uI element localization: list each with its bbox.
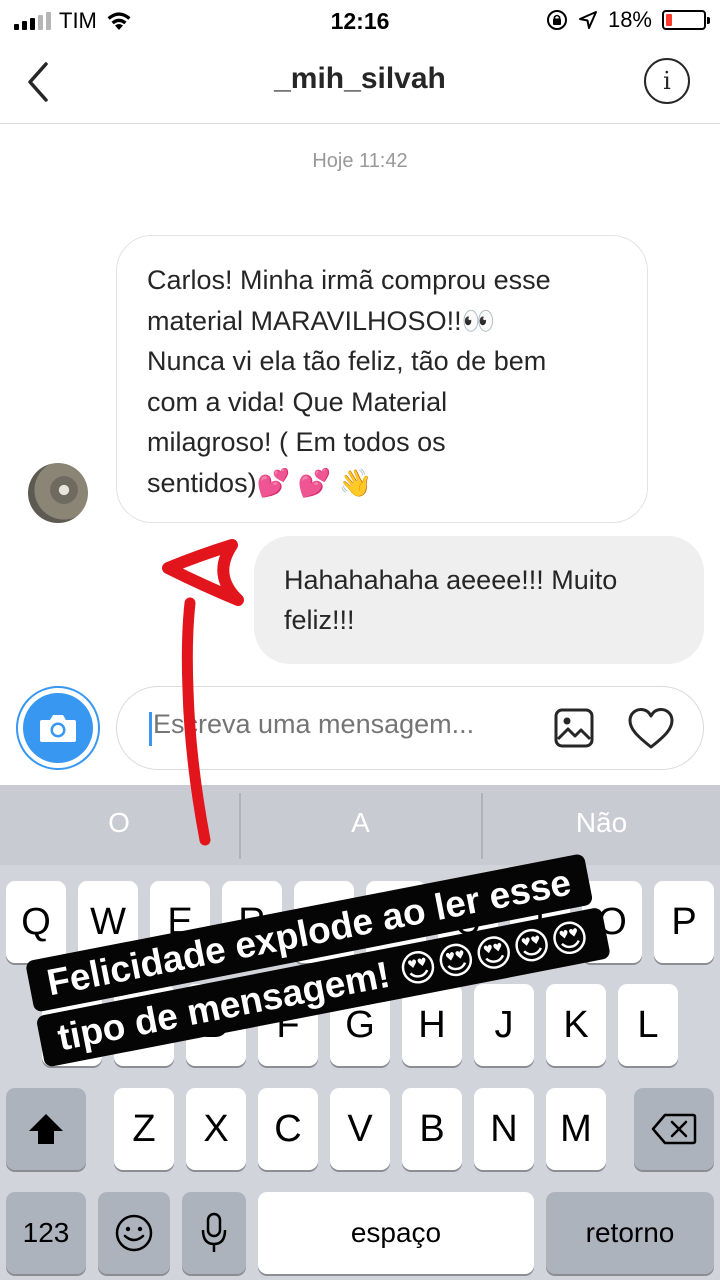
location-icon [578,11,597,29]
gallery-icon[interactable] [553,707,595,749]
backspace-icon [651,1113,697,1145]
outgoing-message[interactable]: Hahahahaha aeeee!!! Muito feliz!!! [254,536,704,664]
numbers-key[interactable]: 123 [6,1192,86,1274]
key-x[interactable]: X [186,1088,246,1170]
shift-key[interactable] [6,1088,86,1170]
key-n[interactable]: N [474,1088,534,1170]
space-key[interactable]: espaço [258,1192,534,1274]
chat-header: _mih_silvah i [0,40,720,124]
date-label: Hoje 11:42 [312,150,408,172]
key-c[interactable]: C [258,1088,318,1170]
key-b[interactable]: B [402,1088,462,1170]
info-icon: i [663,67,671,95]
key-k[interactable]: K [546,984,606,1066]
battery-icon [662,10,710,30]
info-button[interactable]: i [644,58,690,104]
key-m[interactable]: M [546,1088,606,1170]
suggestion-1[interactable]: O [0,785,238,865]
message-input[interactable] [153,709,533,740]
avatar[interactable] [28,463,88,523]
message-composer[interactable] [116,686,704,770]
text-caret [149,712,152,746]
orientation-lock-icon [546,10,567,30]
camera-button[interactable] [16,686,100,770]
camera-icon [40,715,76,742]
backspace-key[interactable] [634,1088,714,1170]
key-j[interactable]: J [474,984,534,1066]
suggestion-2[interactable]: A [241,785,480,865]
heart-icon[interactable] [627,707,675,751]
microphone-key[interactable] [182,1192,246,1274]
key-l[interactable]: L [618,984,678,1066]
key-v[interactable]: V [330,1088,390,1170]
battery-percent: 18% [607,7,652,32]
shift-icon [29,1114,63,1144]
key-q[interactable]: Q [6,881,66,963]
camera-button-fill [23,693,93,763]
status-bar: TIM 12:16 18% [0,0,720,40]
status-right: 18% [546,7,710,33]
microphone-icon [201,1212,227,1252]
battery-level [666,14,672,26]
incoming-message[interactable]: Carlos! Minha irmã comprou esse material… [116,235,648,523]
chat-title[interactable]: _mih_silvah [0,62,720,96]
key-z[interactable]: Z [114,1088,174,1170]
emoji-key[interactable] [98,1192,170,1274]
return-key[interactable]: retorno [546,1192,714,1274]
emoji-icon [115,1214,153,1252]
